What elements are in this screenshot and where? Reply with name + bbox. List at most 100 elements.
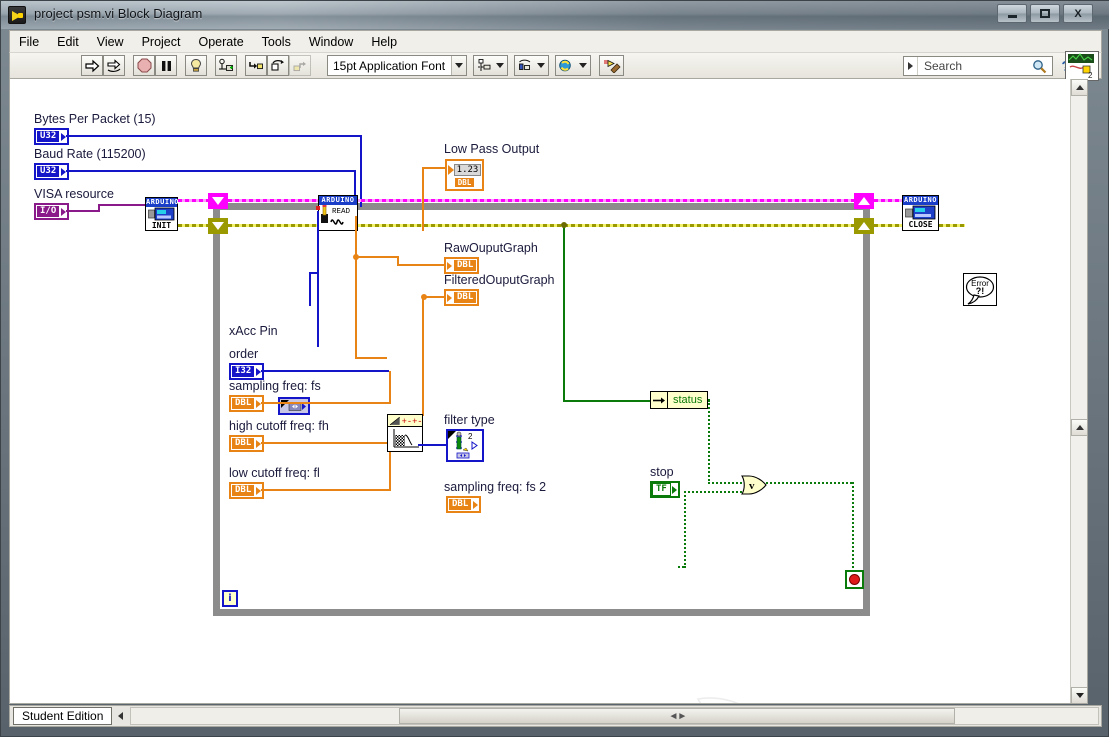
label-bytes-per-packet: Bytes Per Packet (15): [34, 112, 156, 126]
menu-help[interactable]: Help: [362, 33, 406, 51]
indicator-filtered-output-graph[interactable]: DBL: [444, 289, 480, 306]
run-continuously-button[interactable]: [103, 55, 125, 76]
distribute-objects-icon: [519, 59, 531, 70]
wire-fh-h: [261, 442, 391, 444]
filter-type-value-glyph: 2: [468, 432, 473, 441]
step-into-button[interactable]: [245, 55, 267, 76]
font-selector[interactable]: 15pt Application Font: [327, 55, 468, 76]
minimize-button[interactable]: [997, 4, 1027, 23]
menu-bar: File Edit View Project Operate Tools Win…: [9, 30, 1102, 52]
search-input[interactable]: Search: [903, 56, 1053, 76]
font-selector-chevron[interactable]: [451, 56, 467, 75]
menu-tools[interactable]: Tools: [253, 33, 300, 51]
vertical-scrollbar[interactable]: [1070, 79, 1087, 703]
distribute-chevron-icon[interactable]: [537, 63, 546, 68]
indicator-raw-output-graph[interactable]: DBL: [444, 257, 480, 274]
distribute-objects-button[interactable]: [514, 55, 550, 76]
align-objects-button[interactable]: [473, 55, 509, 76]
step-out-button[interactable]: [289, 55, 311, 76]
wire-read-to-filter: [355, 357, 387, 359]
align-chevron-icon[interactable]: [496, 63, 505, 68]
abort-execution-button[interactable]: [133, 55, 155, 76]
retain-wire-values-button[interactable]: [215, 55, 237, 76]
maximize-button[interactable]: [1030, 4, 1060, 23]
reorder-button[interactable]: [555, 55, 592, 76]
run-button[interactable]: [81, 55, 103, 76]
loop-iteration-label: i: [228, 593, 232, 604]
terminal-type-dbl-fh: DBL: [231, 437, 256, 450]
arduino-close-body: [903, 205, 938, 220]
terminal-sampling-freq-fs2[interactable]: DBL: [446, 496, 482, 513]
menu-file[interactable]: File: [10, 33, 48, 51]
simple-error-handler-node[interactable]: Error ?!: [963, 273, 997, 306]
while-loop-structure[interactable]: [213, 203, 870, 616]
terminal-bytes-per-packet[interactable]: U32: [34, 128, 70, 145]
search-scope-toggle[interactable]: [904, 57, 918, 75]
step-into-icon: [249, 61, 263, 69]
terminal-filter-type[interactable]: 2: [446, 429, 484, 462]
terminal-type-i32: I32: [231, 365, 256, 378]
wire-or-out-v: [852, 482, 854, 574]
wire-raw-branch-h2: [397, 264, 445, 266]
tunnel-visa-in[interactable]: [208, 193, 228, 209]
watermark-line1: NATIONAL: [797, 699, 943, 704]
menu-project[interactable]: Project: [133, 33, 190, 51]
wire-order-h: [261, 370, 389, 372]
label-sampling-freq-fs2: sampling freq: fs 2: [444, 480, 547, 494]
tunnel-up-icon-a: [858, 197, 870, 205]
terminal-xacc-pin[interactable]: [278, 397, 310, 415]
or-gate-node[interactable]: v: [740, 475, 768, 495]
hscroll-thumb[interactable]: ◄►: [399, 708, 956, 724]
block-diagram-canvas[interactable]: Bytes Per Packet (15) U32 Baud Rate (115…: [9, 79, 1088, 704]
tunnel-error-out[interactable]: [854, 218, 874, 234]
retain-group: [215, 55, 237, 76]
arduino-read-node[interactable]: ARDUINO READ: [318, 195, 358, 231]
scroll-down-button[interactable]: [1071, 687, 1087, 703]
hscroll-left-button[interactable]: [112, 707, 128, 725]
terminal-visa-resource[interactable]: I/O: [34, 203, 70, 220]
terminal-type-tf: TF: [652, 483, 671, 496]
close-icon: X: [1074, 7, 1082, 20]
menu-operate[interactable]: Operate: [189, 33, 252, 51]
wire-error-tap-h: [563, 400, 650, 402]
loop-iteration-terminal[interactable]: i: [222, 590, 238, 607]
butterworth-filter-node[interactable]: +-+-+: [387, 414, 423, 452]
clean-up-diagram-button[interactable]: [599, 55, 625, 76]
menu-edit[interactable]: Edit: [48, 33, 88, 51]
indicator-low-pass-output[interactable]: 1.23 DBL: [445, 159, 484, 191]
terminal-sampling-freq-fs[interactable]: DBL: [229, 395, 265, 412]
reorder-chevron-icon[interactable]: [579, 63, 588, 68]
scroll-up-button[interactable]: [1071, 79, 1087, 96]
unbundle-status-node[interactable]: status: [650, 391, 709, 409]
terminal-high-cutoff-fh[interactable]: DBL: [229, 435, 265, 452]
chevron-down-icon: [455, 63, 464, 68]
ni-eagle-logo-icon: [696, 697, 739, 703]
horizontal-scrollbar[interactable]: ◄►: [130, 707, 1099, 725]
terminal-order[interactable]: I32: [229, 363, 265, 380]
title-bar: project psm.vi Block Diagram X: [1, 1, 1109, 29]
terminal-low-cutoff-fl[interactable]: DBL: [229, 482, 265, 499]
tunnel-visa-out[interactable]: [854, 193, 874, 209]
scroll-thumb-handle[interactable]: [1071, 419, 1087, 436]
tunnel-error-in[interactable]: [208, 218, 228, 234]
pause-button[interactable]: [155, 55, 177, 76]
retain-wire-values-icon: [219, 58, 233, 71]
loop-conditional-terminal[interactable]: [845, 570, 864, 589]
arduino-read-body: READ: [319, 205, 357, 236]
arduino-init-title: ARDUINO: [146, 198, 180, 207]
search-icon[interactable]: [1032, 59, 1047, 79]
arduino-read-title: ARDUINO: [319, 196, 357, 205]
arduino-close-node[interactable]: ARDUINO CLOSE: [902, 195, 939, 231]
terminal-stop[interactable]: TF: [650, 481, 680, 498]
stop-sign-icon: [849, 574, 860, 585]
close-button[interactable]: X: [1063, 4, 1093, 23]
label-stop: stop: [650, 465, 674, 479]
terminal-baud-rate[interactable]: U32: [34, 163, 70, 180]
highlight-execution-button[interactable]: [185, 55, 207, 76]
menu-view[interactable]: View: [88, 33, 133, 51]
arduino-init-node[interactable]: ARDUINO INIT: [145, 197, 180, 231]
menu-window[interactable]: Window: [300, 33, 362, 51]
filter-node-header: +-+-+: [388, 415, 422, 427]
ni-labview-badge[interactable]: 2: [1065, 51, 1099, 81]
step-over-button[interactable]: [267, 55, 289, 76]
